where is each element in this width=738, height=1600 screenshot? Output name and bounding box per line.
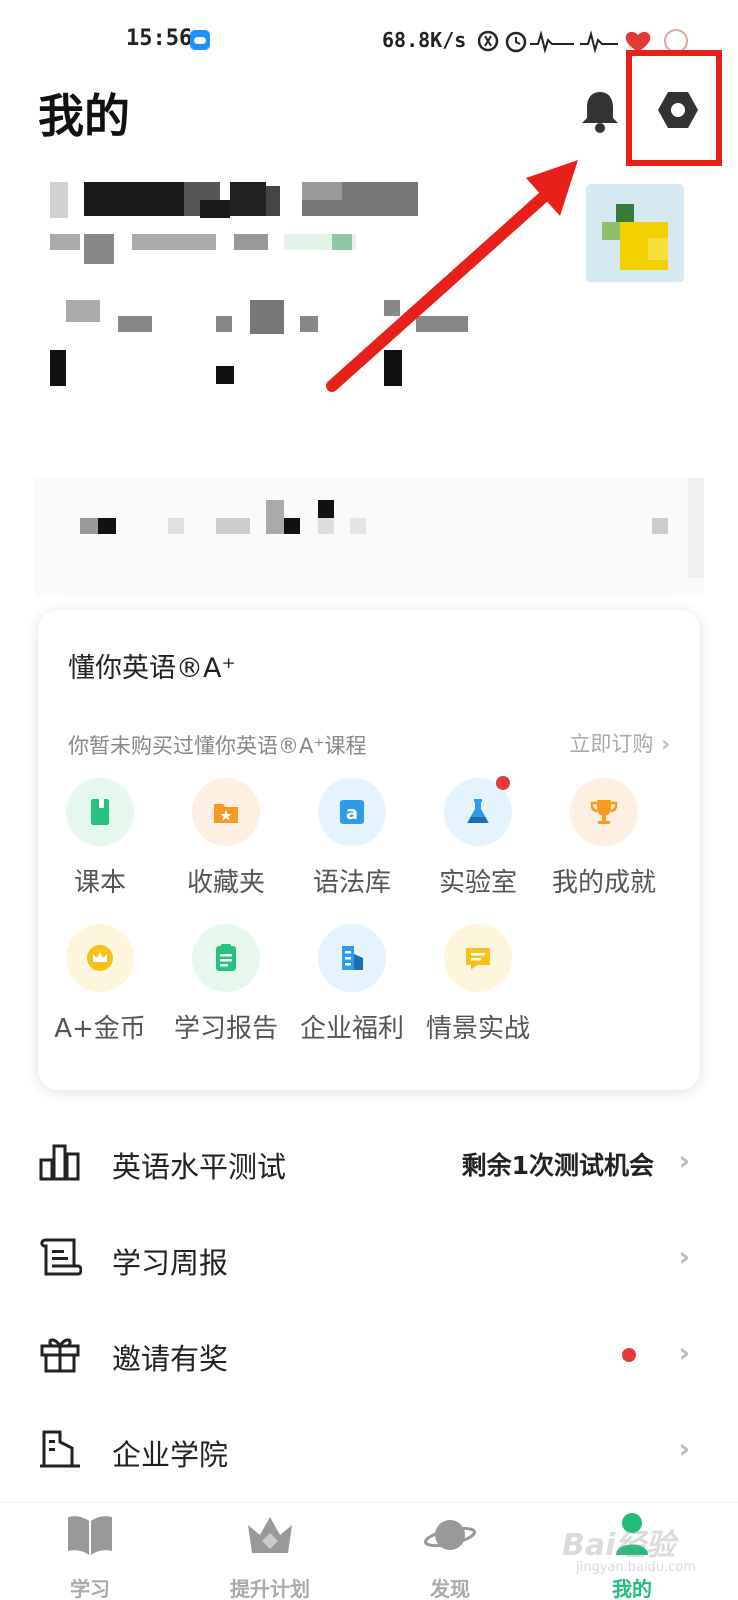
grid-item-lab[interactable]: 实验室 bbox=[414, 776, 542, 899]
menu-label: 企业学院 bbox=[112, 1438, 229, 1472]
book-icon bbox=[64, 1511, 116, 1559]
menu-label: 学习周报 bbox=[112, 1246, 229, 1280]
cloud-icon bbox=[190, 30, 210, 50]
enterprise-icon bbox=[318, 924, 386, 992]
test-remaining-text: 剩余1次测试机会 bbox=[461, 1151, 654, 1180]
crown-icon bbox=[244, 1511, 296, 1559]
grid-item-grammar[interactable]: a 语法库 bbox=[288, 778, 416, 899]
coin-crown-icon bbox=[66, 924, 134, 992]
grid-label: 我的成就 bbox=[551, 868, 656, 898]
grid-label: A+金币 bbox=[54, 1014, 146, 1044]
watermark-brand: Bai经验 bbox=[562, 1528, 676, 1563]
trophy-icon bbox=[570, 778, 638, 846]
subscribe-label: 立即订购 bbox=[569, 732, 654, 756]
chevron-right-icon: › bbox=[678, 1336, 690, 1369]
grid-item-favorites[interactable]: 收藏夹 bbox=[162, 778, 290, 899]
gift-icon bbox=[38, 1332, 82, 1374]
menu-weekly-report[interactable]: 学习周报 › bbox=[38, 1222, 700, 1292]
grid-label: 情景实战 bbox=[425, 1014, 530, 1044]
notification-bell-icon[interactable] bbox=[578, 88, 622, 134]
menu-label: 英语水平测试 bbox=[112, 1150, 287, 1184]
lab-notification-dot bbox=[496, 776, 510, 790]
menu-label: 邀请有奖 bbox=[112, 1342, 229, 1376]
promo-banner-blurred[interactable] bbox=[34, 478, 704, 596]
svg-text:a: a bbox=[346, 803, 358, 824]
menu-invite-rewards[interactable]: 邀请有奖 › bbox=[38, 1318, 700, 1388]
grid-label: 实验室 bbox=[438, 868, 517, 898]
annotation-arrow bbox=[320, 150, 600, 410]
grid-label: 课本 bbox=[73, 868, 126, 898]
scroll-report-icon bbox=[38, 1236, 83, 1278]
chevron-right-icon: › bbox=[678, 1432, 690, 1465]
grid-label: 收藏夹 bbox=[186, 868, 265, 898]
status-time: 15:56 bbox=[126, 26, 193, 51]
premium-course-card: 懂你英语®A⁺ 你暂未购买过懂你英语®A⁺课程 立即订购 › 课本 收藏夹 a 语… bbox=[38, 610, 700, 1090]
subscribe-link[interactable]: 立即订购 › bbox=[569, 728, 670, 758]
page-title: 我的 bbox=[38, 89, 130, 143]
grid-item-scenario[interactable]: 情景实战 bbox=[414, 924, 542, 1045]
grid-item-textbook[interactable]: 课本 bbox=[36, 778, 164, 899]
grid-item-achievements[interactable]: 我的成就 bbox=[540, 778, 668, 899]
nav-tab-plan[interactable]: 提升计划 bbox=[210, 1511, 330, 1600]
card-subtitle: 你暂未购买过懂你英语®A⁺课程 bbox=[68, 734, 367, 758]
nav-label: 发现 bbox=[430, 1577, 470, 1600]
watermark-url: jingyan.baidu.com bbox=[576, 1560, 696, 1575]
card-title: 懂你英语®A⁺ bbox=[68, 653, 236, 684]
grid-item-enterprise[interactable]: 企业福利 bbox=[288, 924, 416, 1045]
chevron-right-icon: › bbox=[661, 732, 670, 756]
network-speed: 68.8K/s bbox=[382, 28, 467, 52]
grid-item-coins[interactable]: A+金币 bbox=[36, 924, 164, 1045]
grid-label: 学习报告 bbox=[173, 1014, 278, 1044]
menu-english-level-test[interactable]: 英语水平测试 剩余1次测试机会 › bbox=[38, 1126, 700, 1196]
nav-tab-study[interactable]: 学习 bbox=[30, 1511, 150, 1600]
chat-scenario-icon bbox=[444, 924, 512, 992]
chevron-right-icon: › bbox=[678, 1144, 690, 1177]
grid-label: 语法库 bbox=[312, 868, 391, 898]
favorites-folder-icon bbox=[192, 778, 260, 846]
watermark: Bai经验 jingyan.baidu.com bbox=[550, 1504, 710, 1584]
profile-page: 15:56 68.8K/s 我的 懂你英语®A⁺ 你暂未购买过懂你英语®A⁺课程… bbox=[0, 0, 738, 1600]
grid-item-report[interactable]: 学习报告 bbox=[162, 924, 290, 1045]
planet-icon bbox=[424, 1511, 476, 1559]
settings-gear-icon[interactable] bbox=[656, 88, 700, 132]
report-icon bbox=[192, 924, 260, 992]
nav-tab-discover[interactable]: 发现 bbox=[390, 1511, 510, 1600]
nav-label: 提升计划 bbox=[230, 1577, 310, 1600]
bar-chart-icon bbox=[38, 1140, 82, 1182]
grammar-icon: a bbox=[318, 778, 386, 846]
chevron-right-icon: › bbox=[678, 1240, 690, 1273]
enterprise-academy-icon bbox=[38, 1428, 82, 1470]
avatar[interactable] bbox=[586, 184, 684, 282]
nav-label: 学习 bbox=[70, 1577, 110, 1600]
grid-label: 企业福利 bbox=[299, 1014, 404, 1044]
menu-enterprise-academy[interactable]: 企业学院 › bbox=[38, 1414, 700, 1484]
textbook-icon bbox=[66, 778, 134, 846]
invite-notification-dot bbox=[622, 1348, 636, 1362]
